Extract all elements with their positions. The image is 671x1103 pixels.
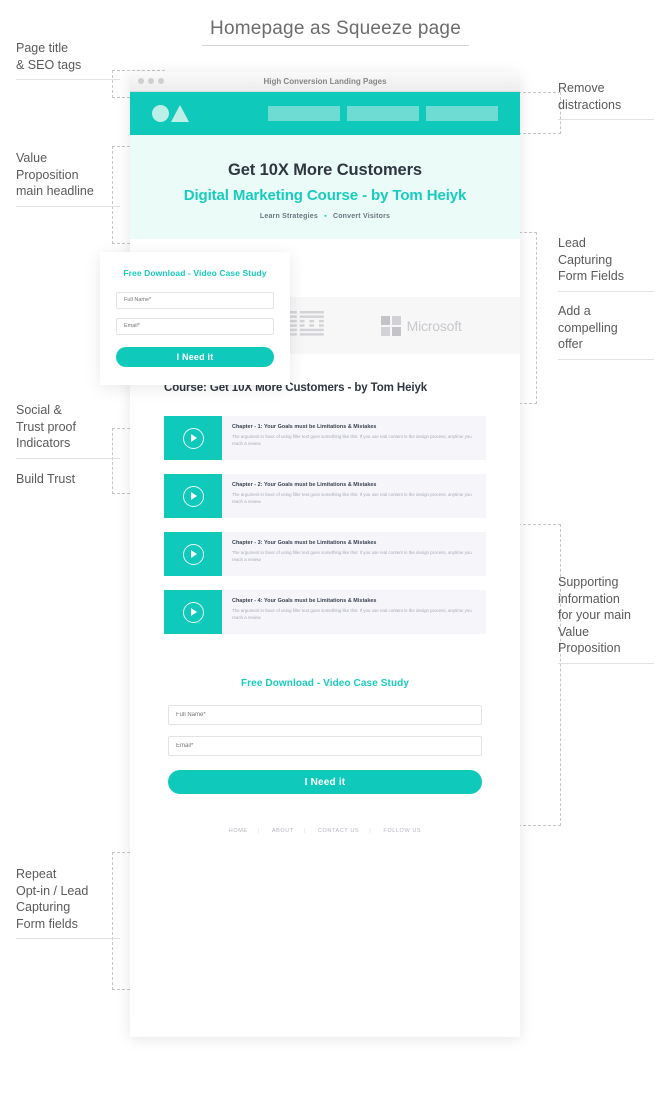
nav-link-placeholder[interactable]	[426, 106, 498, 121]
play-icon[interactable]	[182, 543, 204, 565]
page-title-text: Homepage as Squeeze page	[202, 18, 469, 46]
browser-titlebar: High Conversion Landing Pages	[130, 72, 520, 92]
chapter-thumbnail[interactable]	[164, 416, 222, 460]
annotation-add-compelling-offer-text: Add a compelling offer	[558, 304, 618, 351]
annotation-value-proposition: Value Proposition main headline	[16, 150, 120, 207]
nav-links	[268, 106, 498, 121]
ms-square-2	[391, 315, 401, 325]
annotation-supporting-information-text: Supporting information for your main Val…	[558, 575, 631, 655]
chapter-thumbnail[interactable]	[164, 590, 222, 634]
chapter-body: Chapter - 4: Your Goals must be Limitati…	[222, 590, 486, 634]
top-email-input[interactable]	[116, 318, 274, 335]
footer-link-follow-us[interactable]: FOLLOW US	[373, 828, 431, 834]
annotation-social-trust-proof-text: Social & Trust proof Indicators	[16, 403, 76, 450]
chapter-body: Chapter - 1: Your Goals must be Limitati…	[222, 416, 486, 460]
annotation-repeat-optin: Repeat Opt-in / Lead Capturing Form fiel…	[16, 866, 120, 939]
play-icon[interactable]	[182, 485, 204, 507]
annotation-remove-distractions: Remove distractions	[558, 80, 654, 120]
window-controls[interactable]	[138, 78, 164, 84]
annotation-rule	[558, 358, 654, 360]
browser-mockup: High Conversion Landing Pages Get 10X Mo…	[130, 72, 520, 1037]
annotation-value-proposition-text: Value Proposition main headline	[16, 151, 94, 198]
top-optin-form-card: Free Download - Video Case Study I Need …	[100, 252, 290, 385]
annotation-page-title-seo: Page title & SEO tags	[16, 40, 120, 80]
nav-link-placeholder[interactable]	[347, 106, 419, 121]
annotation-rule	[16, 205, 120, 207]
browser-title: High Conversion Landing Pages	[263, 77, 387, 86]
annotation-rule	[16, 938, 120, 939]
bullet-icon: ▪	[324, 213, 327, 220]
footer-link-about[interactable]: ABOUT	[262, 828, 304, 834]
play-icon[interactable]	[182, 427, 204, 449]
footer-separator: |	[257, 828, 260, 834]
annotation-rule	[558, 662, 654, 664]
footer-link-home[interactable]: HOME	[219, 828, 258, 834]
annotation-repeat-optin-text: Repeat Opt-in / Lead Capturing Form fiel…	[16, 867, 89, 931]
microsoft-grid-icon	[380, 315, 401, 336]
annotation-rule	[558, 119, 654, 120]
site-footer: HOME | ABOUT | CONTACT US | FOLLOW US	[168, 828, 482, 846]
chapter-title: Chapter - 1: Your Goals must be Limitati…	[232, 424, 377, 430]
annotation-rule	[16, 79, 120, 80]
hero-tagline-right: Convert Visitors	[332, 213, 391, 220]
hero-headline: Get 10X More Customers	[227, 161, 423, 179]
chapter-body: Chapter - 2: Your Goals must be Limitati…	[222, 474, 486, 518]
annotation-lead-capturing-form-text: Lead Capturing Form Fields	[558, 236, 624, 283]
minimize-icon[interactable]	[148, 78, 154, 84]
chapter-description: The argument in favor of using filler te…	[232, 434, 472, 446]
bottom-optin-section: Free Download - Video Case Study I Need …	[130, 658, 520, 846]
chapter-title: Chapter - 4: Your Goals must be Limitati…	[232, 598, 377, 604]
top-cta-button[interactable]: I Need it	[116, 347, 274, 367]
annotation-social-trust-proof: Social & Trust proof Indicators	[16, 402, 120, 459]
microsoft-logo: Microsoft	[380, 315, 462, 336]
chapter-row[interactable]: Chapter - 2: Your Goals must be Limitati…	[164, 474, 486, 518]
annotation-rule	[16, 457, 120, 459]
chapter-thumbnail[interactable]	[164, 532, 222, 576]
bottom-cta-button[interactable]: I Need it	[168, 770, 482, 794]
annotation-build-trust-text: Build Trust	[16, 472, 76, 486]
chapter-description: The argument in favor of using filler te…	[232, 550, 472, 562]
annotation-add-compelling-offer: Add a compelling offer	[558, 303, 654, 360]
annotation-build-trust: Build Trust	[16, 471, 120, 488]
hero-section: Get 10X More Customers Digital Marketing…	[130, 135, 520, 239]
hero-tagline: Learn Strategies ▪ Convert Visitors	[130, 213, 520, 220]
annotation-remove-distractions-text: Remove distractions	[558, 81, 622, 112]
top-full-name-input[interactable]	[116, 292, 274, 309]
chapter-body: Chapter - 3: Your Goals must be Limitati…	[222, 532, 486, 576]
chapter-title: Chapter - 3: Your Goals must be Limitati…	[232, 540, 377, 546]
chapter-description: The argument in favor of using filler te…	[232, 492, 472, 504]
footer-link-contact-us[interactable]: CONTACT US	[308, 828, 369, 834]
chapter-row[interactable]: Chapter - 1: Your Goals must be Limitati…	[164, 416, 486, 460]
close-icon[interactable]	[138, 78, 144, 84]
chapter-row[interactable]: Chapter - 3: Your Goals must be Limitati…	[164, 532, 486, 576]
course-section: Course: Get 10X More Customers - by Tom …	[130, 354, 520, 658]
bottom-full-name-input[interactable]	[168, 705, 482, 725]
chapter-thumbnail[interactable]	[164, 474, 222, 518]
annotation-rule	[558, 290, 654, 292]
maximize-icon[interactable]	[158, 78, 164, 84]
play-icon[interactable]	[182, 601, 204, 623]
chapter-title: Chapter - 2: Your Goals must be Limitati…	[232, 482, 377, 488]
footer-separator: |	[369, 828, 372, 834]
microsoft-wordmark: Microsoft	[406, 317, 462, 334]
footer-separator: |	[303, 828, 306, 834]
annotation-supporting-information: Supporting information for your main Val…	[558, 574, 654, 664]
circle-icon	[152, 105, 169, 122]
annotation-lead-capturing-form: Lead Capturing Form Fields	[558, 235, 654, 292]
top-form-title: Free Download - Video Case Study	[123, 268, 267, 278]
ms-square-3	[380, 326, 390, 336]
chapter-description: The argument in favor of using filler te…	[232, 608, 472, 620]
triangle-icon	[171, 105, 189, 122]
annotation-page-title-seo-text: Page title & SEO tags	[16, 41, 82, 72]
chapter-row[interactable]: Chapter - 4: Your Goals must be Limitati…	[164, 590, 486, 634]
hero-subheadline: Digital Marketing Course - by Tom Heiyk	[183, 187, 467, 204]
ms-square-1	[380, 315, 390, 325]
bottom-email-input[interactable]	[168, 736, 482, 756]
ms-square-4	[391, 326, 401, 336]
site-navbar	[130, 92, 520, 135]
bottom-form-title: Free Download - Video Case Study	[240, 678, 410, 689]
hero-tagline-left: Learn Strategies	[259, 213, 318, 220]
site-logo[interactable]	[152, 105, 189, 122]
nav-link-placeholder[interactable]	[268, 106, 340, 121]
